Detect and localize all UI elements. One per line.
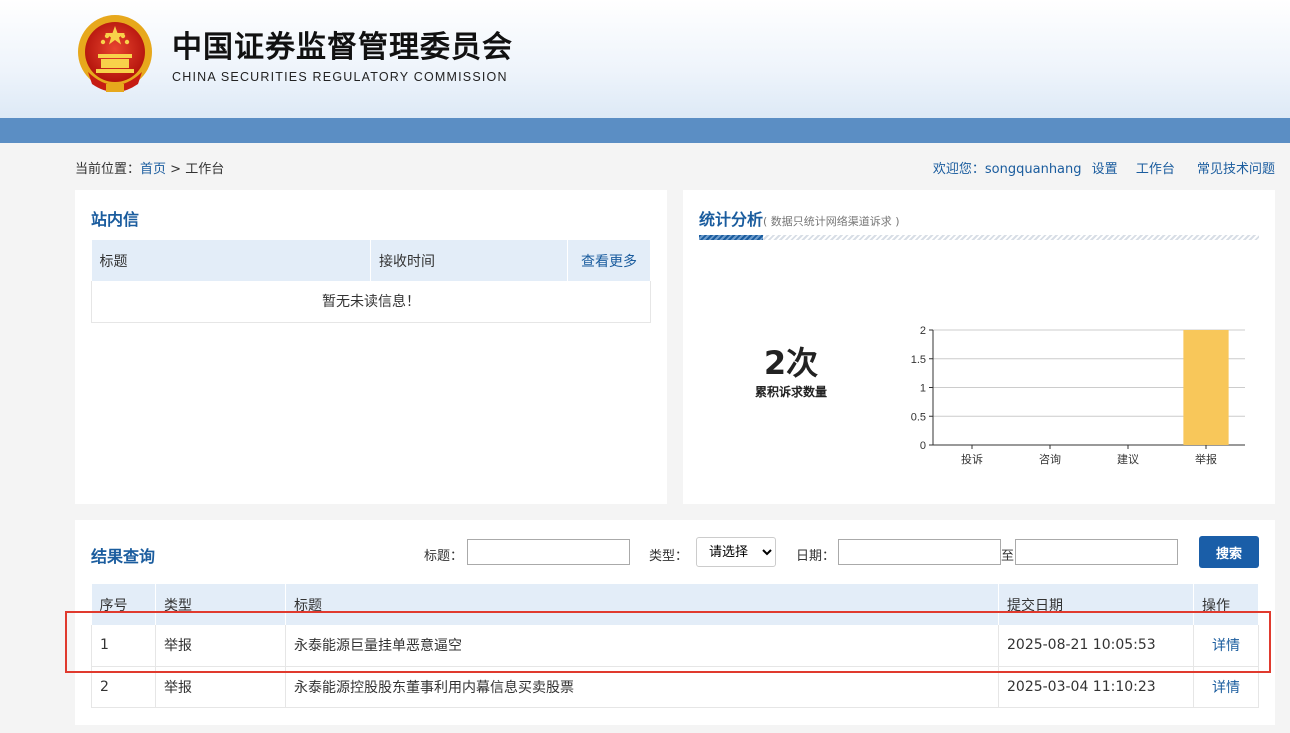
site-title: 中国证券监督管理委员会 bbox=[172, 30, 513, 65]
row-date: 2025-08-21 10:05:53 bbox=[998, 625, 1194, 667]
filter-date-end-input[interactable] bbox=[1015, 539, 1178, 565]
faq-link[interactable]: 常见技术问题 bbox=[1197, 162, 1275, 177]
chart-y-tick-label: 0.5 bbox=[911, 411, 926, 423]
results-table: 序号 类型 标题 提交日期 操作 1 举报 永泰能源巨量挂单恶意逼空 2025-… bbox=[91, 584, 1259, 708]
inbox-col-time: 接收时间 bbox=[370, 240, 568, 281]
chart-y-tick-label: 0 bbox=[920, 440, 926, 452]
table-row: 2 举报 永泰能源控股股东董事利用内幕信息买卖股票 2025-03-04 11:… bbox=[91, 666, 1259, 708]
detail-link[interactable]: 详情 bbox=[1212, 638, 1240, 654]
total-count: 2次 bbox=[763, 344, 819, 382]
stats-underline-accent bbox=[699, 235, 763, 240]
inbox-col-title: 标题 bbox=[91, 240, 371, 281]
filter-date-label: 日期： bbox=[796, 549, 836, 564]
welcome-text: 欢迎您：songquanhang bbox=[932, 162, 1082, 177]
filter-type-label: 类型： bbox=[649, 549, 689, 564]
row-type: 举报 bbox=[155, 666, 286, 708]
row-date: 2025-03-04 11:10:23 bbox=[998, 666, 1194, 708]
results-col-no: 序号 bbox=[91, 584, 156, 625]
row-no: 1 bbox=[91, 625, 156, 667]
chart-y-tick-label: 2 bbox=[920, 325, 926, 337]
breadcrumb: 当前位置：首页 > 工作台 bbox=[75, 158, 224, 177]
inbox-panel: 站内信 标题 接收时间 查看更多 暂无未读信息！ bbox=[75, 190, 667, 504]
results-title: 结果查询 bbox=[91, 547, 156, 566]
row-title: 永泰能源控股股东董事利用内幕信息买卖股票 bbox=[285, 666, 999, 708]
inbox-title: 站内信 bbox=[91, 210, 140, 229]
chart-bar bbox=[1183, 330, 1229, 445]
stats-note: ( 数据只统计网络渠道诉求 ) bbox=[763, 215, 900, 228]
header-nav-bar bbox=[0, 118, 1290, 143]
row-title: 永泰能源巨量挂单恶意逼空 bbox=[285, 625, 999, 667]
site-header: 中国证券监督管理委员会 CHINA SECURITIES REGULATORY … bbox=[0, 0, 1290, 118]
chart-x-tick-label: 投诉 bbox=[961, 452, 983, 466]
row-action-cell: 详情 bbox=[1193, 625, 1259, 667]
filter-date-start-input[interactable] bbox=[838, 539, 1001, 565]
row-action-cell: 详情 bbox=[1193, 666, 1259, 708]
stats-title-text: 统计分析 bbox=[699, 210, 764, 229]
row-type: 举报 bbox=[155, 625, 286, 667]
results-panel: 结果查询 标题： 类型： 请选择 日期： 至 搜索 序号 类型 标题 提交日期 … bbox=[75, 520, 1275, 725]
chart-y-tick-label: 1 bbox=[920, 383, 926, 395]
chart-x-tick-label: 建议 bbox=[1117, 452, 1139, 466]
workbench-link[interactable]: 工作台 bbox=[1136, 162, 1175, 177]
results-col-action: 操作 bbox=[1193, 584, 1259, 625]
stats-title: 统计分析( 数据只统计网络渠道诉求 ) bbox=[699, 206, 900, 230]
filter-title-input[interactable] bbox=[467, 539, 630, 565]
filter-title-label: 标题： bbox=[424, 549, 464, 564]
national-emblem-icon bbox=[78, 15, 152, 92]
breadcrumb-current: 工作台 bbox=[185, 162, 225, 177]
chart-x-tick-label: 举报 bbox=[1195, 452, 1217, 466]
breadcrumb-separator: > bbox=[170, 162, 182, 177]
stats-bar-chart: 0 0.5 1 1.5 2 投诉 咨询 建议 举报 bbox=[911, 325, 1245, 466]
total-count-label: 累积诉求数量 bbox=[754, 385, 827, 399]
settings-link[interactable]: 设置 bbox=[1092, 162, 1118, 177]
stats-title-underline bbox=[699, 235, 1259, 240]
stats-panel: 统计分析( 数据只统计网络渠道诉求 ) 2次 累积诉求数量 0 0.5 1 1.5 2 投… bbox=[683, 190, 1275, 504]
filter-date-to-label: 至 bbox=[1001, 549, 1015, 564]
inbox-more-cell: 查看更多 bbox=[567, 240, 651, 281]
inbox-empty-message: 暂无未读信息！ bbox=[91, 281, 651, 323]
breadcrumb-prefix: 当前位置： bbox=[75, 162, 141, 177]
search-button[interactable]: 搜索 bbox=[1199, 536, 1259, 568]
results-col-date: 提交日期 bbox=[998, 584, 1194, 625]
breadcrumb-home-link[interactable]: 首页 bbox=[140, 162, 166, 177]
chart-x-tick-label: 咨询 bbox=[1039, 452, 1061, 466]
filter-type-select[interactable]: 请选择 bbox=[696, 537, 776, 567]
detail-link[interactable]: 详情 bbox=[1212, 680, 1240, 696]
inbox-table: 标题 接收时间 查看更多 暂无未读信息！ bbox=[91, 240, 651, 323]
inbox-more-link[interactable]: 查看更多 bbox=[581, 254, 637, 270]
row-no: 2 bbox=[91, 666, 156, 708]
site-subtitle: CHINA SECURITIES REGULATORY COMMISSION bbox=[172, 70, 508, 84]
results-col-title: 标题 bbox=[285, 584, 999, 625]
results-col-type: 类型 bbox=[155, 584, 286, 625]
table-row: 1 举报 永泰能源巨量挂单恶意逼空 2025-08-21 10:05:53 详情 bbox=[91, 625, 1259, 667]
chart-y-tick-label: 1.5 bbox=[911, 354, 926, 366]
user-nav: 欢迎您：songquanhang 设置 工作台 常见技术问题 bbox=[933, 158, 1275, 177]
